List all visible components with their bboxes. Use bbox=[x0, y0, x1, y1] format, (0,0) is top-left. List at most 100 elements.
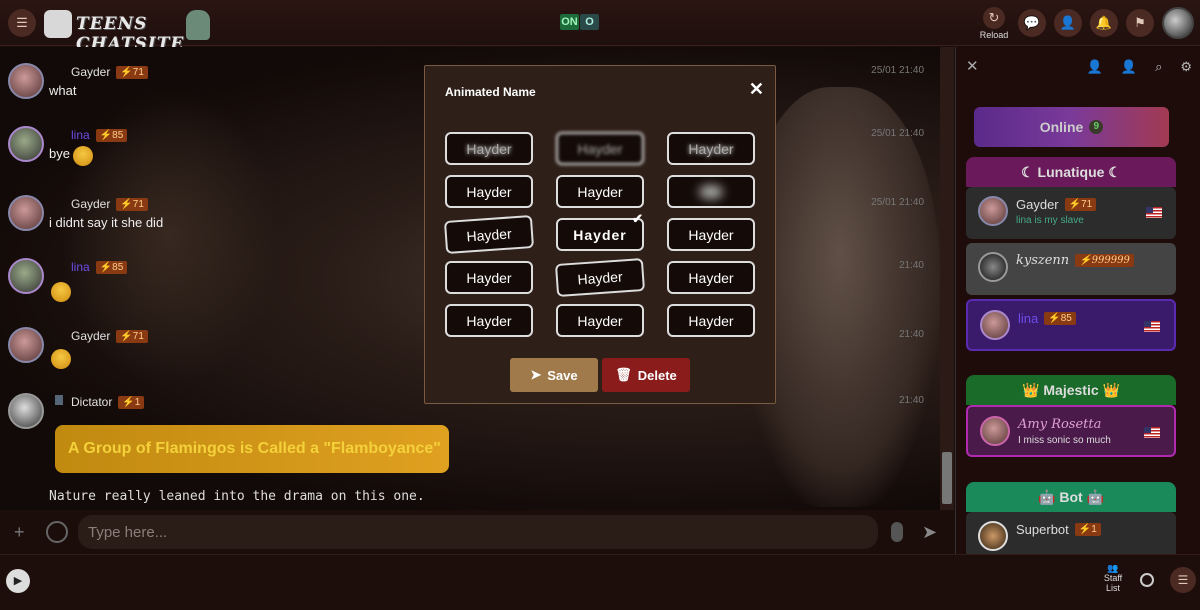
name-style-option[interactable]: Hayder bbox=[667, 304, 755, 337]
avatar[interactable] bbox=[8, 327, 44, 363]
clock-icon[interactable] bbox=[1140, 573, 1154, 587]
save-label: Save bbox=[547, 367, 578, 383]
top-bar: ☰ TEENS CHATSITE ON O ↻ Reload 💬 👤 🔔 ⚑ bbox=[0, 0, 1200, 54]
emoji-picker-icon[interactable] bbox=[46, 521, 68, 543]
animated-name-modal: Animated Name ✕ Hayder Hayder Hayder Hay… bbox=[424, 65, 776, 404]
user-card[interactable]: lina ⚡85 bbox=[966, 299, 1176, 351]
notification-bell-icon[interactable]: 🔔 bbox=[1090, 9, 1118, 37]
name-style-option[interactable]: Hayder bbox=[445, 175, 533, 208]
send-icon[interactable]: ➤ bbox=[922, 522, 937, 543]
message-text: i didnt say it she did bbox=[49, 215, 164, 230]
play-icon[interactable]: ▶ bbox=[6, 569, 30, 593]
online-button[interactable]: Online 9 bbox=[974, 107, 1169, 147]
name-style-option[interactable]: Hayder bbox=[556, 132, 644, 165]
bird-logo-icon bbox=[186, 10, 210, 40]
plus-icon[interactable]: + bbox=[14, 522, 25, 543]
menu-icon[interactable]: ☰ bbox=[1170, 567, 1196, 593]
report-flag-icon[interactable]: ⚑ bbox=[1126, 9, 1154, 37]
user-name: lina ⚡85 bbox=[1018, 311, 1076, 326]
us-flag-icon bbox=[1144, 427, 1160, 438]
staff-list-button[interactable]: 👥 Staff List bbox=[1100, 563, 1126, 593]
user-card[interactable]: Amy Rosetta I miss sonic so much bbox=[966, 405, 1176, 457]
online-label: Online bbox=[1039, 119, 1084, 135]
name-style-option[interactable]: Hayder bbox=[554, 257, 646, 298]
name-style-option[interactable]: Hayder bbox=[667, 261, 755, 294]
chat-bubble-icon[interactable]: 💬 bbox=[1018, 9, 1046, 37]
avatar[interactable] bbox=[8, 195, 44, 231]
sad-emoji-icon bbox=[51, 282, 71, 302]
user-icon[interactable]: 👤 bbox=[1087, 59, 1103, 75]
name-style-option[interactable]: Hayder bbox=[443, 214, 535, 255]
us-flag-icon bbox=[1146, 207, 1162, 218]
name-style-grid: Hayder Hayder Hayder Hayder Hayder Hayde… bbox=[443, 132, 755, 337]
name-style-option[interactable]: Hayder bbox=[445, 261, 533, 294]
avatar[interactable] bbox=[8, 393, 44, 429]
message-username[interactable]: lina ⚡85 bbox=[71, 128, 128, 142]
message-username[interactable]: Gayder ⚡71 bbox=[71, 197, 148, 211]
chat-scrollbar[interactable] bbox=[940, 47, 954, 510]
message-time: 21:40 bbox=[898, 260, 924, 271]
name-style-option[interactable]: Hayder bbox=[667, 218, 755, 251]
avatar bbox=[978, 521, 1008, 551]
user-card[interactable]: Superbot ⚡1 bbox=[966, 512, 1176, 554]
search-icon[interactable]: ⌕ bbox=[1155, 59, 1162, 75]
reload-button[interactable]: ↻ Reload bbox=[978, 6, 1010, 40]
group-bot: 🤖 Bot 🤖 Superbot ⚡1 bbox=[966, 482, 1176, 554]
group-lunatique: ☾ Lunatique ☾ Gayder ⚡71 lina is my slave… bbox=[966, 157, 1176, 355]
message-time: 21:40 bbox=[898, 329, 924, 340]
message-username[interactable]: lina ⚡85 bbox=[71, 260, 128, 274]
add-friend-icon[interactable]: 👤 bbox=[1054, 9, 1082, 37]
name-style-option[interactable]: Hayder bbox=[667, 132, 755, 165]
user-card[interactable]: Gayder ⚡71 lina is my slave bbox=[966, 187, 1176, 239]
delete-button[interactable]: 🗑 Delete bbox=[602, 358, 690, 392]
main-menu-button[interactable]: ☰ bbox=[8, 9, 36, 37]
my-avatar[interactable] bbox=[1162, 7, 1194, 39]
scrollbar-thumb[interactable] bbox=[942, 452, 952, 504]
reload-icon: ↻ bbox=[983, 6, 1005, 29]
message-username[interactable]: Dictator ⚡1 bbox=[71, 395, 145, 409]
avatar[interactable] bbox=[8, 126, 44, 162]
user-status: lina is my slave bbox=[1016, 215, 1084, 226]
message-text: what bbox=[49, 83, 77, 98]
friends-icon[interactable]: 👤 bbox=[1121, 59, 1137, 75]
online-count: 9 bbox=[1089, 120, 1104, 134]
user-card[interactable]: kyszenn ⚡999999 bbox=[966, 243, 1176, 295]
on-off-toggle[interactable]: ON O bbox=[560, 14, 599, 30]
avatar bbox=[980, 310, 1010, 340]
close-icon[interactable]: ✕ bbox=[966, 57, 979, 75]
crying-emoji-icon bbox=[51, 349, 71, 369]
message-username[interactable]: Gayder ⚡71 bbox=[71, 65, 148, 79]
user-name: kyszenn ⚡999999 bbox=[1016, 253, 1134, 268]
sad-emoji-icon bbox=[73, 146, 93, 166]
user-name: Superbot ⚡1 bbox=[1016, 522, 1101, 537]
avatar bbox=[980, 416, 1010, 446]
user-list-sidebar: ✕ 👤 👤 ⌕ ⚙ Online 9 ☾ Lunatique ☾ Gayder ⚡… bbox=[955, 47, 1200, 554]
option-label: Hayder bbox=[573, 226, 627, 243]
name-style-option[interactable]: Hayder bbox=[445, 304, 533, 337]
delete-label: Delete bbox=[637, 367, 677, 383]
message-username[interactable]: Gayder ⚡71 bbox=[71, 329, 148, 343]
name-style-option[interactable]: Hayder bbox=[445, 132, 533, 165]
name-style-option[interactable]: Hayder bbox=[556, 304, 644, 337]
kitty-logo-icon bbox=[44, 10, 72, 38]
group-title: 🤖 Bot 🤖 bbox=[966, 482, 1176, 512]
save-button[interactable]: ➤ Save bbox=[510, 358, 598, 392]
us-flag-icon bbox=[1144, 321, 1160, 332]
user-status: I miss sonic so much bbox=[1018, 435, 1111, 446]
message-input[interactable] bbox=[78, 515, 878, 549]
message-time: 25/01 21:40 bbox=[871, 128, 924, 139]
close-icon[interactable]: ✕ bbox=[749, 79, 764, 100]
name-style-option-selected[interactable]: Hayder ✔ bbox=[556, 211, 644, 251]
message-text: bye bbox=[49, 146, 70, 161]
message-time: 25/01 21:40 bbox=[871, 197, 924, 208]
off-indicator: O bbox=[580, 14, 599, 30]
reload-label: Reload bbox=[979, 29, 1009, 40]
site-logo[interactable]: TEENS CHATSITE bbox=[44, 8, 212, 54]
name-style-option[interactable]: Hayder bbox=[556, 175, 644, 208]
camera-icon[interactable]: ⚙ bbox=[1180, 59, 1192, 75]
avatar[interactable] bbox=[8, 63, 44, 99]
message-time: 21:40 bbox=[898, 395, 924, 406]
avatar[interactable] bbox=[8, 258, 44, 294]
microphone-icon[interactable] bbox=[891, 522, 903, 542]
name-style-option[interactable] bbox=[667, 175, 755, 208]
